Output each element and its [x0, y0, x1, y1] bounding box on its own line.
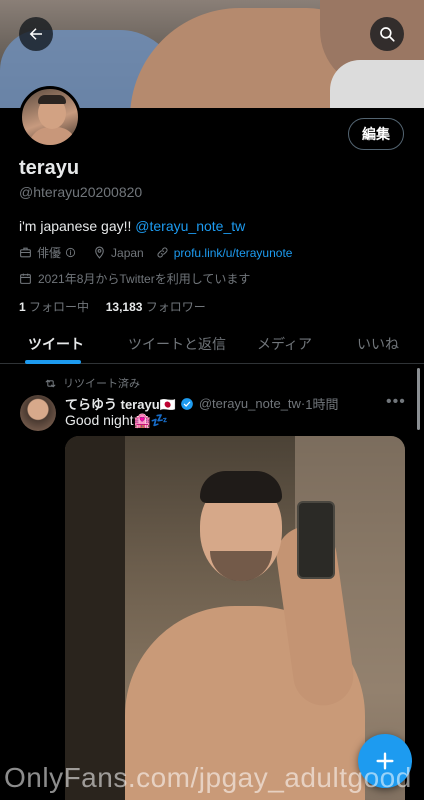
banner-image-region — [330, 60, 424, 108]
tweet-author-name[interactable]: てらゆう terayu🇯🇵 — [65, 394, 176, 413]
tab-tweets[interactable]: ツイート — [28, 334, 84, 354]
tweet-header: てらゆう terayu🇯🇵 @terayu_note_tw · 1時間 — [65, 394, 339, 413]
photo-region — [297, 501, 335, 579]
profile-location: Japan — [93, 246, 144, 260]
tweet-author-handle[interactable]: @terayu_note_tw — [199, 396, 301, 411]
edit-profile-button[interactable]: 編集 — [348, 118, 404, 150]
followers-stat[interactable]: 13,183 フォロワー — [106, 300, 206, 314]
following-label: フォロー中 — [29, 300, 90, 314]
avatar-image-region — [38, 95, 66, 104]
retweet-indicator: リツイート済み — [44, 375, 140, 391]
verified-badge — [180, 397, 194, 411]
back-arrow-icon — [29, 28, 42, 40]
followers-count: 13,183 — [105, 300, 143, 314]
bio-text: i'm japanese gay!! — [19, 218, 132, 234]
tweet-more-button[interactable]: ••• — [386, 393, 406, 411]
search-button[interactable] — [370, 17, 404, 51]
follow-stats: 1 フォロー中 13,183 フォロワー — [19, 298, 206, 315]
tweet-author-avatar[interactable] — [20, 395, 56, 431]
photo-region — [210, 551, 272, 581]
photo-region — [65, 436, 125, 800]
more-icon: ••• — [386, 393, 406, 410]
profile-handle: @hterayu20200820 — [19, 184, 143, 200]
briefcase-icon — [20, 247, 31, 258]
profile-avatar[interactable] — [19, 86, 81, 148]
following-stat[interactable]: 1 フォロー中 — [19, 300, 89, 314]
tweet-text: Good night🏩💤 — [65, 412, 169, 428]
profile-meta: 俳優 Japan profu.link/u/terayunote — [19, 244, 304, 261]
location-pin-icon — [95, 246, 104, 259]
bio-mention-link[interactable]: @terayu_note_tw — [135, 218, 245, 234]
active-tab-indicator — [25, 360, 81, 364]
profile-bio: i'm japanese gay!! @terayu_note_tw — [19, 218, 245, 234]
profile-joined-date: 2021年8月からTwitterを利用しています — [19, 270, 250, 287]
profile-display-name: terayu — [19, 157, 80, 179]
retweet-icon — [45, 379, 56, 387]
search-icon — [380, 27, 395, 42]
calendar-icon — [20, 273, 31, 284]
joined-label: 2021年8月からTwitterを利用しています — [38, 272, 251, 286]
tab-tweets-and-replies[interactable]: ツイートと返信 — [128, 334, 226, 354]
link-icon — [157, 247, 168, 258]
tab-likes[interactable]: いいね — [357, 334, 399, 354]
profile-tabs: ツイート ツイートと返信 メディア いいね — [0, 322, 424, 364]
location-label: Japan — [111, 245, 144, 260]
tweet-time[interactable]: 1時間 — [305, 394, 338, 413]
website-link[interactable]: profu.link/u/terayunote — [174, 246, 293, 260]
verified-badge-icon — [180, 397, 193, 410]
scrollbar[interactable] — [417, 368, 420, 430]
following-count: 1 — [19, 300, 26, 314]
retweet-label: リツイート済み — [63, 378, 140, 390]
tweet-media-photo[interactable] — [65, 436, 405, 800]
watermark-text: OnlyFans.com/jpgay_adultgood — [4, 762, 412, 793]
occupation-label: 俳優 — [37, 246, 62, 260]
photo-region — [200, 471, 282, 503]
back-button[interactable] — [19, 17, 53, 51]
avatar-image-region — [28, 127, 78, 145]
profile-website[interactable]: profu.link/u/terayunote — [156, 246, 293, 260]
tab-media[interactable]: メディア — [257, 334, 312, 354]
info-icon[interactable] — [65, 247, 76, 258]
followers-label: フォロワー — [145, 300, 206, 314]
profile-occupation: 俳優 — [19, 244, 81, 261]
